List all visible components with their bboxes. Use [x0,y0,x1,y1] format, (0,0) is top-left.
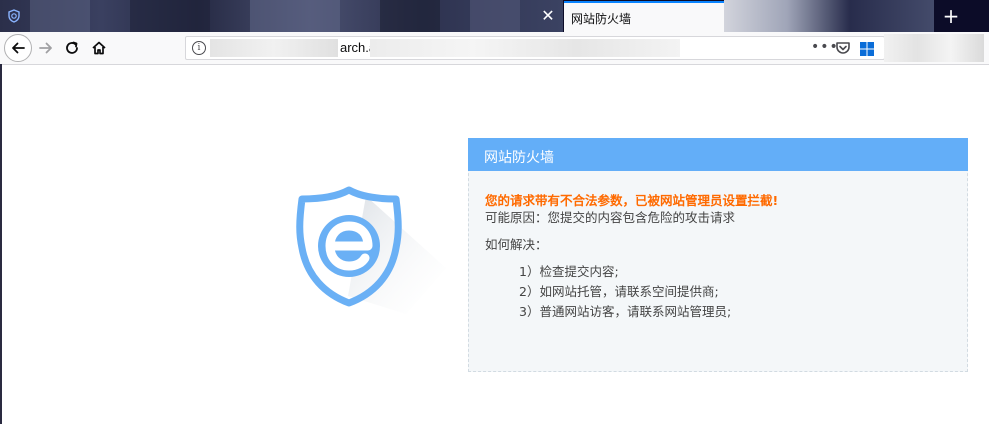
new-tab-button[interactable]: + [938,4,964,28]
reload-icon [66,41,78,54]
site-favicon-icon [7,9,21,23]
firewall-panel: 网站防火墙 您的请求带有不合法参数，已被网站管理员设置拦截! 可能原因：您提交的… [468,138,968,372]
solution-step: 1）检查提交内容; [519,264,619,279]
toolbar-redacted-area [884,34,984,62]
home-button[interactable] [86,35,112,61]
tab-active[interactable]: 网站防火墙 [564,1,724,32]
solution-step: 2）如网站托管，请联系空间提供商; [519,284,719,299]
close-tab-icon[interactable]: ✕ [538,6,558,26]
pocket-icon[interactable] [835,40,851,60]
forward-button[interactable] [33,35,59,61]
home-icon [92,41,106,55]
solution-heading: 如何解决： [485,237,548,252]
panel-title: 网站防火墙 [484,150,554,166]
url-bar[interactable]: i arch.aspx ••• [185,36,885,60]
tab-strip: ✕ 网站防火墙 + [0,0,989,32]
reload-button[interactable] [59,35,85,61]
tab-strip-blurred-area [724,0,934,32]
window-edge [0,64,2,424]
shield-e-logo-icon [296,184,456,314]
url-redacted-part [210,39,338,57]
back-button[interactable] [4,34,32,62]
tab-inactive[interactable]: ✕ [0,0,563,32]
tab-title: 网站防火墙 [571,12,632,26]
arrow-left-icon [12,42,25,54]
panel-header: 网站防火墙 [468,138,968,171]
arrow-right-icon [39,42,52,54]
solution-steps: 1）检查提交内容; 2）如网站托管，请联系空间提供商; 3）普通网站访客，请联系… [519,262,731,322]
info-icon[interactable]: i [192,41,206,55]
nav-toolbar: i arch.aspx ••• [0,32,989,65]
windows-logo-icon[interactable] [860,41,874,60]
solution-step: 3）普通网站访客，请联系网站管理员; [519,304,732,319]
reason-text: 可能原因：您提交的内容包含危险的攻击请求 [485,210,736,225]
url-redacted-part [370,39,680,57]
